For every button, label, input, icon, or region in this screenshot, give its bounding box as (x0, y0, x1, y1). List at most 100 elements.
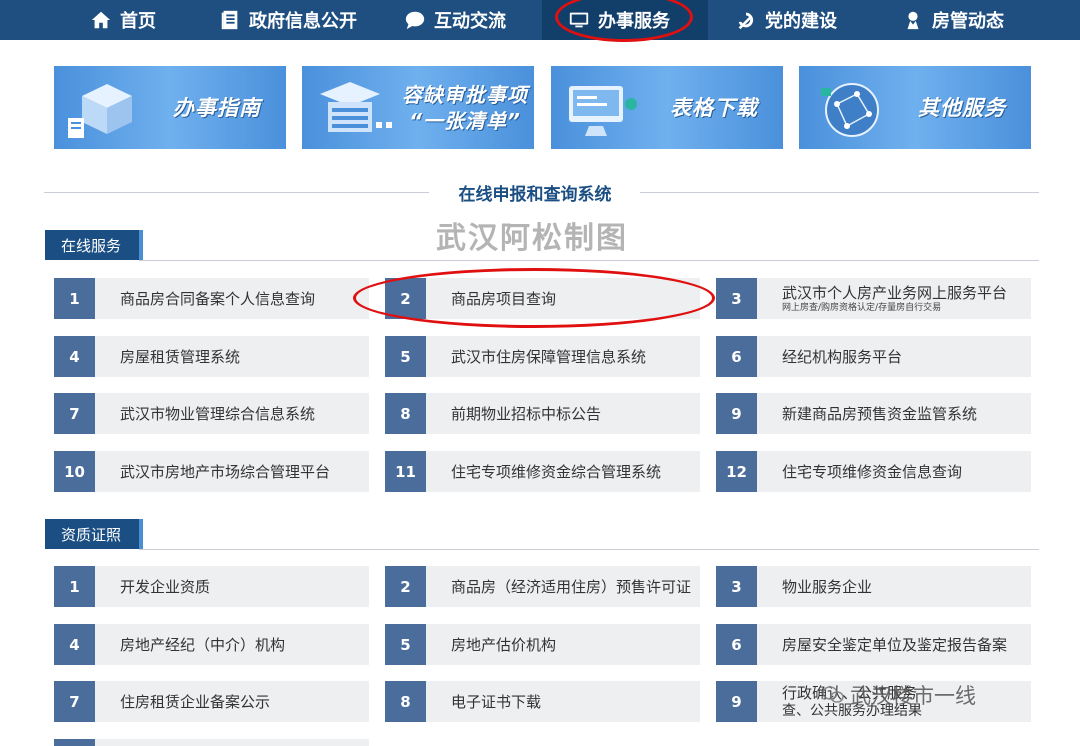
qual-item-developer[interactable]: 1 开发企业资质 (54, 566, 369, 607)
item-label: 房屋租赁管理系统 (120, 348, 241, 366)
banner-other[interactable]: 其他服务 (799, 66, 1031, 149)
item-number: 6 (716, 336, 757, 377)
item-label: 新建商品房预售资金监管系统 (782, 405, 978, 423)
section-header-online: 在线服务 (45, 230, 143, 260)
qual-item-appraisal[interactable]: 5 房地产估价机构 (385, 624, 700, 665)
service-item-contract-query[interactable]: 1 商品房合同备案个人信息查询 (54, 278, 369, 319)
item-label: 房地产估价机构 (451, 636, 557, 654)
service-item-project-query[interactable]: 2 商品房项目查询 (385, 278, 700, 319)
nav-services[interactable]: 办事服务 (542, 0, 708, 40)
item-label: 开发企业资质 (120, 578, 211, 596)
item-number (54, 739, 95, 746)
service-item-maintenance-query[interactable]: 12 住宅专项维修资金信息查询 (716, 451, 1031, 492)
service-item-agency-platform[interactable]: 6 经纪机构服务平台 (716, 336, 1031, 377)
item-label: 商品房合同备案个人信息查询 (120, 290, 316, 308)
item-number: 8 (385, 393, 426, 434)
banner-forms[interactable]: 表格下载 (551, 66, 783, 149)
hammer-sickle-icon (738, 12, 754, 30)
item-label: 商品房项目查询 (451, 290, 557, 308)
document-icon (221, 10, 238, 30)
qual-item-rental-enterprise[interactable]: 7 住房租赁企业备案公示 (54, 681, 369, 722)
system-title: 在线申报和查询系统 (458, 185, 612, 205)
nav-label: 首页 (120, 11, 156, 32)
item-number: 2 (385, 278, 426, 319)
item-number: 1 (54, 566, 95, 607)
chat-bubble-icon (405, 11, 425, 30)
divider (139, 549, 1039, 550)
item-number: 8 (385, 681, 426, 722)
banner-title: 办事指南 (173, 95, 261, 120)
item-number: 3 (716, 566, 757, 607)
item-number: 5 (385, 624, 426, 665)
nav-housing-news[interactable]: 房管动态 (902, 0, 1004, 40)
service-item-rental-system[interactable]: 4 房屋租赁管理系统 (54, 336, 369, 377)
section-title: 资质证照 (61, 525, 122, 544)
qual-item-property-service[interactable]: 3 物业服务企业 (716, 566, 1031, 607)
banner-title: 其他服务 (918, 95, 1006, 120)
item-number: 11 (385, 451, 426, 492)
top-nav: 首页 政府信息公开 互动交流 办事服务 党的建设 房管动态 (0, 0, 1080, 40)
qual-item-presale-license[interactable]: 2 商品房（经济适用住房）预售许可证 (385, 566, 700, 607)
person-badge-icon (907, 11, 919, 30)
service-item-housing-security[interactable]: 5 武汉市住房保障管理信息系统 (385, 336, 700, 377)
nav-home[interactable]: 首页 (90, 0, 156, 40)
item-label: 武汉市物业管理综合信息系统 (120, 405, 316, 423)
item-label: 电子证书下载 (451, 693, 542, 711)
banner-title: 容缺审批事项 (402, 82, 528, 107)
service-item-presale-funds[interactable]: 9 新建商品房预售资金监管系统 (716, 393, 1031, 434)
divider (44, 192, 429, 193)
service-item-bid-notice[interactable]: 8 前期物业招标中标公告 (385, 393, 700, 434)
item-label: 前期物业招标中标公告 (451, 405, 602, 423)
item-number: 5 (385, 336, 426, 377)
banner-title: 表格下载 (670, 95, 758, 120)
item-label: 经纪机构服务平台 (782, 348, 903, 366)
item-number: 1 (54, 278, 95, 319)
nav-label: 房管动态 (932, 11, 1004, 32)
item-label: 武汉市房地产市场综合管理平台 (120, 463, 331, 481)
service-item-market-platform[interactable]: 10 武汉市房地产市场综合管理平台 (54, 451, 369, 492)
nav-gov-info[interactable]: 政府信息公开 (219, 0, 357, 40)
section-header-qualification: 资质证照 (45, 519, 143, 549)
banner-subtitle: “一张清单” (409, 108, 521, 133)
item-label: 武汉市个人房产业务网上服务平台 (782, 283, 1008, 302)
item-label: 房屋安全鉴定单位及鉴定报告备案 (782, 636, 1008, 654)
item-sublabel: 网上房查/购房资格认定/存量房自行交易 (782, 302, 942, 313)
nav-label: 办事服务 (598, 11, 670, 32)
monitor-download-icon (569, 86, 637, 136)
item-number: 2 (385, 566, 426, 607)
item-label: 住宅专项维修资金综合管理系统 (451, 463, 662, 481)
banner-checklist[interactable]: 容缺审批事项 “一张清单” (302, 66, 534, 149)
item-number: 6 (716, 624, 757, 665)
wechat-account-name: 武汉楼市一线 (850, 684, 976, 708)
item-number: 4 (54, 624, 95, 665)
home-icon (91, 11, 111, 29)
cube-icon (68, 84, 132, 138)
banner-guide[interactable]: 办事指南 (54, 66, 286, 149)
item-number: 9 (716, 393, 757, 434)
service-item-personal-platform[interactable]: 3 武汉市个人房产业务网上服务平台 网上房查/购房资格认定/存量房自行交易 (716, 278, 1031, 319)
watermark-text: 武汉阿松制图 (436, 221, 628, 256)
item-number: 3 (716, 278, 757, 319)
qual-item-brokerage[interactable]: 4 房地产经纪（中介）机构 (54, 624, 369, 665)
qual-item-partial (54, 739, 369, 746)
wechat-watermark: 武汉楼市一线 (822, 680, 976, 710)
nav-label: 党的建设 (765, 11, 837, 32)
divider (139, 260, 1039, 261)
globe-network-icon (821, 83, 879, 137)
divider (640, 192, 1039, 193)
nav-interaction[interactable]: 互动交流 (404, 0, 506, 40)
qual-item-e-certificate[interactable]: 8 电子证书下载 (385, 681, 700, 722)
service-item-maintenance-system[interactable]: 11 住宅专项维修资金综合管理系统 (385, 451, 700, 492)
nav-party[interactable]: 党的建设 (735, 0, 837, 40)
item-label: 住宅专项维修资金信息查询 (782, 463, 963, 481)
item-number: 10 (54, 451, 95, 492)
service-item-property-mgmt[interactable]: 7 武汉市物业管理综合信息系统 (54, 393, 369, 434)
item-label: 商品房（经济适用住房）预售许可证 (451, 578, 692, 596)
item-label: 住房租赁企业备案公示 (120, 693, 271, 711)
wechat-icon (822, 686, 844, 703)
item-number: 9 (716, 681, 757, 722)
item-label: 房地产经纪（中介）机构 (120, 636, 286, 654)
qual-item-safety-inspection[interactable]: 6 房屋安全鉴定单位及鉴定报告备案 (716, 624, 1031, 665)
nav-label: 政府信息公开 (249, 11, 357, 32)
section-title: 在线服务 (61, 236, 122, 255)
